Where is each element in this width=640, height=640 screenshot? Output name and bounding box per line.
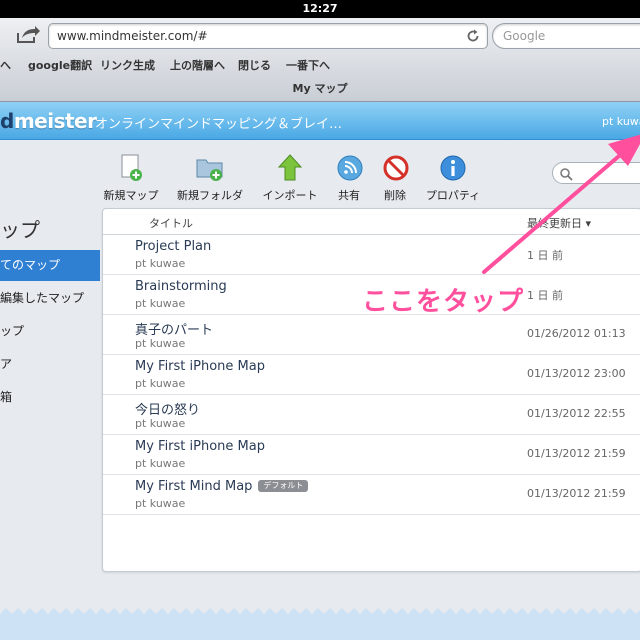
table-row[interactable]: My First iPhone Map pt kuwae 01/13/2012 … (103, 355, 640, 395)
browser-page-title: My マップ (292, 82, 348, 95)
map-title[interactable]: Brainstorming (135, 279, 227, 294)
properties-button[interactable]: プロパティ (424, 152, 482, 203)
table-header: タイトル 最終更新日 ▾ (103, 209, 640, 235)
sidebar-item-all-maps[interactable]: てのマップ (0, 250, 100, 281)
column-date-header[interactable]: 最終更新日 ▾ (527, 215, 591, 231)
map-date: 01/13/2012 22:55 (527, 407, 626, 420)
sidebar-item-edited-maps[interactable]: 編集したマップ (0, 283, 100, 314)
map-title[interactable]: My First iPhone Map (135, 359, 265, 374)
user-menu[interactable]: pt kuwa (602, 115, 640, 128)
bookmark-item[interactable]: リンク生成 (100, 57, 155, 73)
map-title[interactable]: Project Plan (135, 239, 211, 254)
status-bar: 12:27 (0, 0, 640, 18)
sidebar-item-maps[interactable]: ップ (0, 316, 100, 347)
mindmeister-logo[interactable]: dmeister (0, 109, 97, 133)
map-date: 01/13/2012 21:59 (527, 447, 626, 460)
status-time: 12:27 (302, 2, 338, 15)
sidebar: ップ てのマップ 編集したマップ ップ ア 箱 (0, 208, 100, 508)
bookmark-item[interactable]: へ (0, 57, 11, 73)
map-owner: pt kuwae (135, 497, 186, 510)
app-tagline: オンラインマインドマッピング＆ブレイ… (95, 117, 343, 132)
sidebar-item-trash[interactable]: 箱 (0, 382, 100, 413)
table-row[interactable]: My First iPhone Map pt kuwae 01/13/2012 … (103, 435, 640, 475)
map-owner: pt kuwae (135, 417, 186, 430)
import-button[interactable]: インポート (262, 152, 318, 203)
column-title-header[interactable]: タイトル (149, 215, 193, 231)
delete-button[interactable]: 削除 (380, 152, 410, 203)
reload-icon[interactable] (465, 28, 481, 44)
bookmark-item[interactable]: 一番下へ (286, 57, 330, 73)
map-owner: pt kuwae (135, 457, 186, 470)
main-area: 新規マップ 新規フォルダ インポート 共有 削除 プロパティ ップ てのマップ … (0, 140, 640, 640)
map-search-input[interactable] (552, 162, 640, 184)
new-map-icon (115, 152, 147, 184)
sidebar-title: ップ (0, 218, 40, 242)
map-title[interactable]: My First Mind Map デフォルト (135, 479, 309, 494)
decorative-zigzag-edge (0, 600, 640, 640)
map-date: 1 日 前 (527, 289, 563, 302)
properties-icon (437, 152, 469, 184)
table-row[interactable]: Project Plan pt kuwae 1 日 前 (103, 235, 640, 275)
browser-toolbar: www.mindmeister.com/# Google へ google翻訳 … (0, 18, 640, 102)
bookmark-item[interactable]: 閉じる (238, 57, 271, 73)
search-icon (559, 166, 573, 185)
map-date: 01/13/2012 21:59 (527, 487, 626, 500)
import-icon (274, 152, 306, 184)
map-list-panel: タイトル 最終更新日 ▾ Project Plan pt kuwae 1 日 前… (102, 208, 640, 572)
map-toolbar: 新規マップ 新規フォルダ インポート 共有 削除 プロパティ (0, 140, 640, 208)
new-map-button[interactable]: 新規マップ (102, 152, 160, 203)
sidebar-item-shared[interactable]: ア (0, 349, 100, 380)
app-header: dmeister オンラインマインドマッピング＆ブレイ… pt kuwa (0, 102, 640, 140)
new-folder-button[interactable]: 新規フォルダ (176, 152, 244, 203)
map-title[interactable]: 今日の怒り (135, 399, 200, 418)
share-page-icon[interactable] (14, 24, 42, 46)
map-date: 01/13/2012 23:00 (527, 367, 626, 380)
map-title[interactable]: 真子のパート (135, 319, 213, 338)
table-row[interactable]: Brainstorming pt kuwae 1 日 前 (103, 275, 640, 315)
default-badge: デフォルト (258, 480, 309, 492)
search-field[interactable]: Google (492, 23, 640, 49)
address-bar[interactable]: www.mindmeister.com/# (48, 23, 488, 49)
bookmark-item[interactable]: 上の階層へ (170, 57, 225, 73)
map-owner: pt kuwae (135, 297, 186, 310)
table-row[interactable]: 今日の怒り pt kuwae 01/13/2012 22:55 (103, 395, 640, 435)
map-owner: pt kuwae (135, 337, 186, 350)
url-text: www.mindmeister.com/# (57, 29, 208, 43)
map-date: 01/26/2012 01:13 (527, 327, 626, 340)
share-icon (334, 152, 366, 184)
map-owner: pt kuwae (135, 377, 186, 390)
share-button[interactable]: 共有 (334, 152, 364, 203)
new-folder-icon (194, 152, 226, 184)
bookmarks-bar: へ google翻訳 リンク生成 上の階層へ 閉じる 一番下へ (0, 56, 640, 74)
table-row[interactable]: 真子のパート pt kuwae 01/26/2012 01:13 (103, 315, 640, 355)
map-title[interactable]: My First iPhone Map (135, 439, 265, 454)
map-date: 1 日 前 (527, 249, 563, 262)
delete-icon (380, 152, 412, 184)
search-placeholder: Google (503, 29, 546, 43)
bookmark-item[interactable]: google翻訳 (28, 57, 92, 73)
table-row[interactable]: My First Mind Map デフォルト pt kuwae 01/13/20… (103, 475, 640, 515)
map-owner: pt kuwae (135, 257, 186, 270)
